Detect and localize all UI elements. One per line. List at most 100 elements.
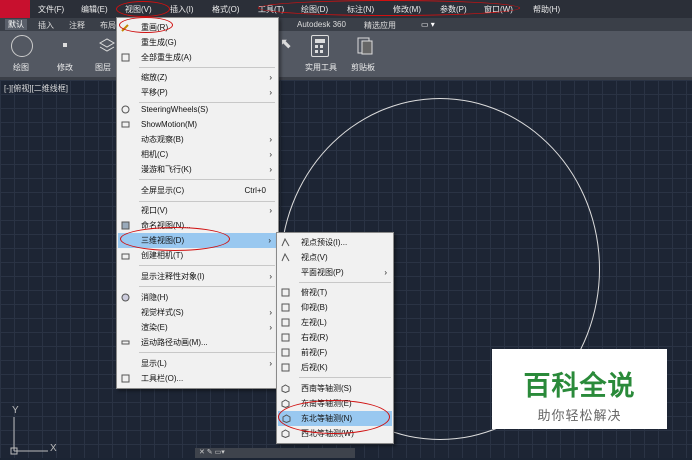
menu-item-label: 俯视(T) [301,288,328,297]
menu-item-showmotion[interactable]: ShowMotion(M) [117,117,278,132]
tab-annotate[interactable]: 注释 [69,20,85,31]
tab-more-icon[interactable]: ▭ ▾ [421,20,435,29]
modify-button[interactable]: 修改 [46,33,84,75]
regen-icon [121,53,130,62]
menu-format[interactable]: 格式(O) [212,4,240,15]
tab-default[interactable]: 默认 [5,19,27,30]
menu-item-label: 工具栏(O)... [141,374,184,383]
sw-isometric-icon [281,384,290,393]
menu-item-left[interactable]: 左视(L) [277,315,393,330]
menu-item-render[interactable]: 渲染(E) › [117,320,278,335]
wheel-icon [121,105,130,114]
showmotion-icon [121,121,130,128]
bottom-view-icon [281,303,290,312]
viewport-label[interactable]: [-][俯视][二维线框] [4,83,68,94]
ucs-y-label: Y [12,405,19,416]
utilities-button[interactable]: 实用工具 [300,33,342,75]
menu-item-top[interactable]: 俯视(T) [277,285,393,300]
named-view-icon [121,221,130,230]
menu-help[interactable]: 帮助(H) [533,4,560,15]
menu-item-label: 左视(L) [301,318,327,327]
menu-item-label: 显示(L) [141,359,167,368]
front-view-icon [281,348,290,357]
menu-item-display[interactable]: 显示(L) › [117,356,278,371]
menu-item-label: 视点(V) [301,253,328,262]
menu-item-front[interactable]: 前视(F) [277,345,393,360]
menu-item-label: SteeringWheels(S) [141,105,209,114]
menu-item-back[interactable]: 后视(K) [277,360,393,375]
menu-item-pan[interactable]: 平移(P) › [117,85,278,100]
menu-item-toolbars[interactable]: 工具栏(O)... [117,371,278,386]
tab-autodesk360[interactable]: Autodesk 360 [297,20,346,29]
tab-insert[interactable]: 插入 [38,20,54,31]
submenu-arrow-icon: › [269,272,272,281]
menu-item-label: 重生成(G) [141,38,177,47]
menu-item-camera[interactable]: 相机(C) › [117,147,278,162]
menu-item-label: 仰视(B) [301,303,328,312]
tab-layout[interactable]: 布局 [100,20,116,31]
calculator-icon [311,35,329,57]
menu-item-label: 西南等轴测(S) [301,384,352,393]
layer-button[interactable]: 图层 [88,33,118,75]
right-view-icon [281,333,290,342]
menu-item-label: 视口(V) [141,206,168,215]
layer-icon [97,35,117,55]
left-view-icon [281,318,290,327]
menu-insert[interactable]: 插入(I) [170,4,194,15]
submenu-arrow-icon: › [269,150,272,159]
menu-item-motion-path[interactable]: 运动路径动画(M)... [117,335,278,350]
menu-item-label: 全屏显示(C) [141,186,185,195]
menu-item-regen[interactable]: 重生成(G) [117,35,278,50]
annotation-oval-view-menu [116,1,170,17]
menu-file[interactable]: 文件(F) [38,4,64,15]
menu-item-orbit[interactable]: 动态观察(B) › [117,132,278,147]
tab-featured-apps[interactable]: 精选应用 [364,20,396,31]
submenu-arrow-icon: › [269,359,272,368]
submenu-arrow-icon: › [268,236,271,245]
clipboard-button[interactable]: 剪贴板 [345,33,381,75]
command-line[interactable]: ✕ ✎ ▭▾ [195,448,355,458]
command-line-close-icon[interactable]: ✕ ✎ ▭▾ [199,448,225,456]
ucs-x-label: X [50,443,57,454]
menu-item-walk-fly[interactable]: 漫游和飞行(K) › [117,162,278,177]
menu-item-label: 消隐(H) [141,293,169,302]
watermark-subtitle: 助你轻松解决 [537,408,622,423]
app-logo[interactable] [0,0,30,18]
menu-item-viewports[interactable]: 视口(V) › [117,203,278,218]
menu-item-plan-view[interactable]: 平面视图(P) › [277,265,393,280]
menu-item-visual-styles[interactable]: 视觉样式(S) › [117,305,278,320]
watermark-logo: 百科全说 助你轻松解决 [492,349,667,429]
menu-item-create-camera[interactable]: 创建相机(T) [117,248,278,263]
draw-button-label: 绘图 [13,63,29,72]
clipboard-button-label: 剪贴板 [351,63,375,72]
menu-item-fullscreen[interactable]: 全屏显示(C) Ctrl+0 [117,183,278,198]
menu-edit[interactable]: 编辑(E) [81,4,108,15]
ribbon-tab-bar: 默认 插入 注释 布局 Autodesk 360 精选应用 ▭ ▾ [0,18,692,31]
menu-item-right[interactable]: 右视(R) [277,330,393,345]
menu-item-sw-isometric[interactable]: 西南等轴测(S) [277,381,393,396]
menu-item-label: 相机(C) [141,150,169,159]
menu-item-viewpoint-presets[interactable]: 视点预设(I)... [277,235,393,250]
nw-isometric-icon [281,429,290,438]
menu-item-label: 缩放(Z) [141,73,168,82]
menu-item-label: 全部重生成(A) [141,53,192,62]
draw-button[interactable]: 绘图 [2,33,40,75]
menu-separator [299,377,391,378]
cursor-icon: ⬉ [280,35,292,51]
submenu-arrow-icon: › [384,268,387,277]
menu-item-hide[interactable]: 消隐(H) [117,290,278,305]
menu-item-steeringwheels[interactable]: SteeringWheels(S) [117,102,278,117]
menu-item-regen-all[interactable]: 全部重生成(A) [117,50,278,65]
menu-separator [139,286,275,287]
menu-item-annotative-objects[interactable]: 显示注释性对象(I) › [117,269,278,284]
menu-item-zoom[interactable]: 缩放(Z) › [117,70,278,85]
menu-item-bottom[interactable]: 仰视(B) [277,300,393,315]
submenu-arrow-icon: › [269,206,272,215]
menu-item-label: 渲染(E) [141,323,168,332]
menu-item-viewpoint[interactable]: 视点(V) [277,250,393,265]
toolbar-icon [121,374,130,383]
menu-separator [139,201,275,202]
submenu-arrow-icon: › [269,323,272,332]
submenu-arrow-icon: › [269,308,272,317]
watermark-title: 百科全说 [523,371,636,401]
